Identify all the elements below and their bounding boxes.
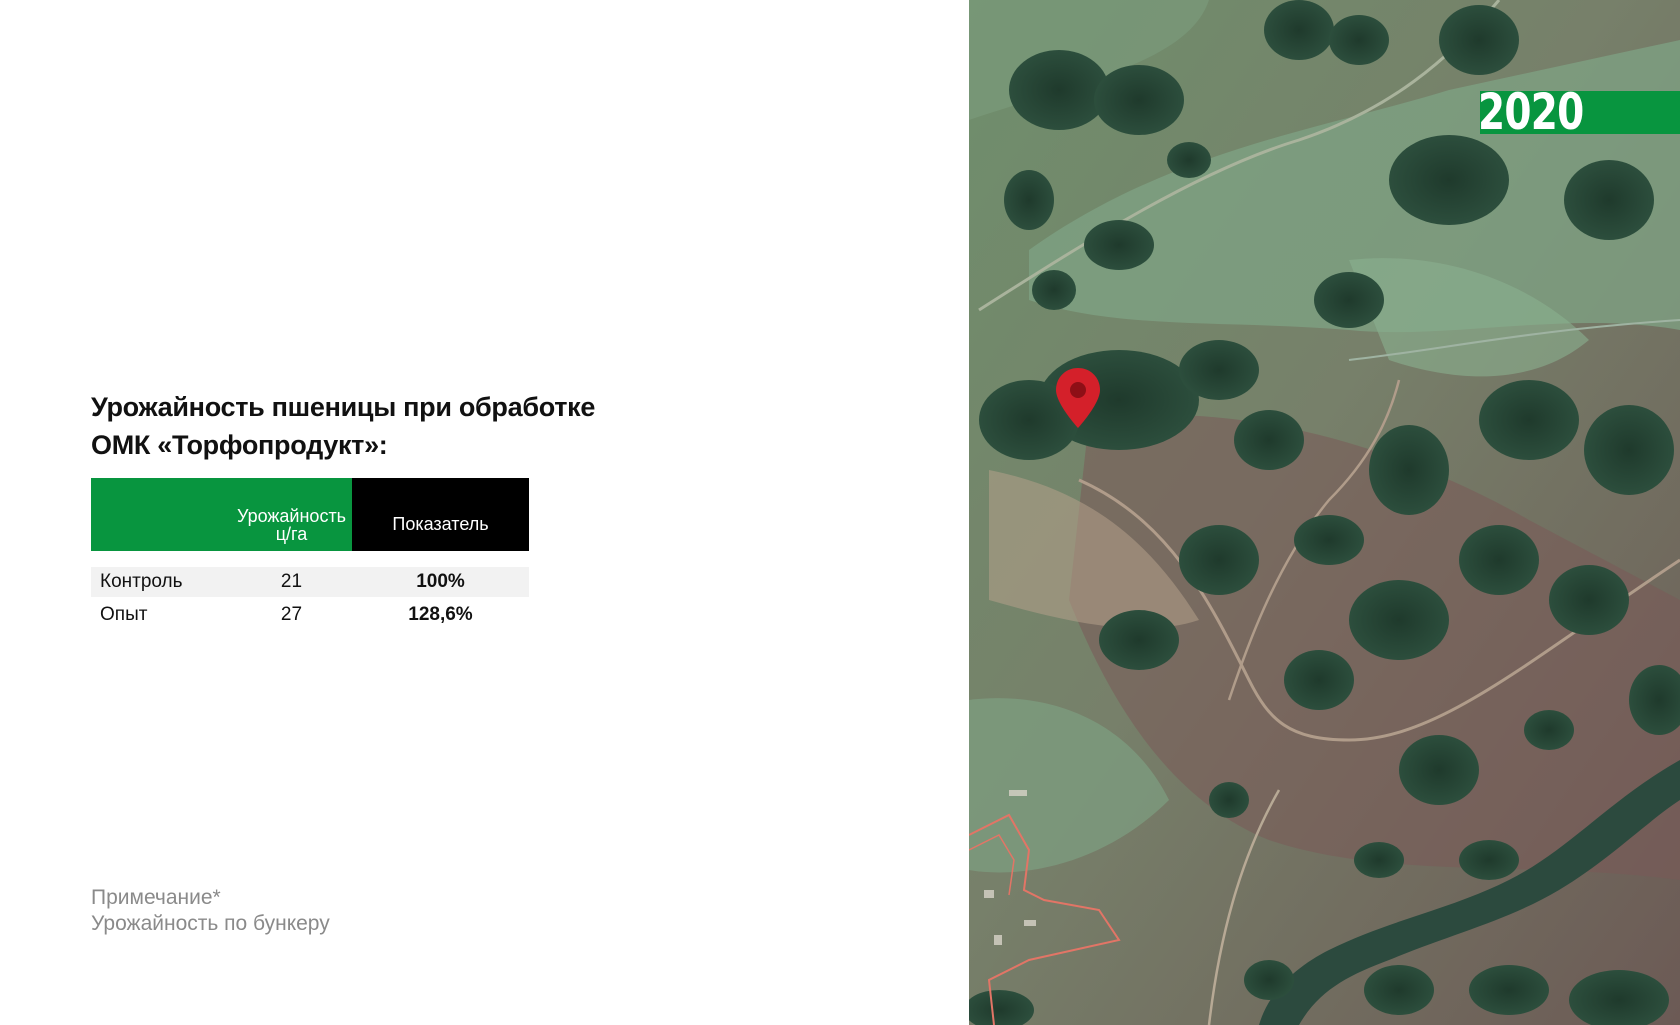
title-line-2: ОМК «Торфопродукт»: (91, 430, 388, 460)
header-indicator: Показатель (352, 478, 529, 551)
row-name: Опыт (100, 604, 148, 625)
table-header: Урожайность ц/га Показатель (91, 478, 529, 551)
yield-table: Урожайность ц/га Показатель Контроль 21 … (91, 478, 529, 630)
row-yield: 27 (280, 604, 303, 625)
footnote-title: Примечание* (91, 886, 221, 909)
header-yield-unit: ц/га (275, 524, 308, 544)
table-row: Опыт 27 128,6% (91, 600, 529, 630)
satellite-map (969, 0, 1680, 1025)
footnote-text: Урожайность по бункеру (91, 912, 330, 935)
row-yield: 21 (280, 571, 303, 592)
table-row: Контроль 21 100% (91, 567, 529, 597)
header-blank-cell (91, 478, 231, 551)
row-name: Контроль (100, 571, 183, 592)
row-indicator: 100% (416, 571, 465, 592)
map-pin-icon (1056, 368, 1100, 428)
year-label: 2020 (1478, 83, 1584, 141)
footnote: Примечание* Урожайность по бункеру (91, 885, 330, 937)
header-yield-label: Урожайность (236, 506, 347, 526)
row-indicator: 128,6% (408, 604, 473, 625)
left-panel: Урожайность пшеницы при обработке ОМК «Т… (0, 0, 969, 1025)
page-title: Урожайность пшеницы при обработке ОМК «Т… (91, 388, 595, 464)
satellite-image (969, 0, 1680, 1025)
header-yield: Урожайность ц/га (231, 478, 352, 551)
title-line-1: Урожайность пшеницы при обработке (91, 392, 596, 422)
